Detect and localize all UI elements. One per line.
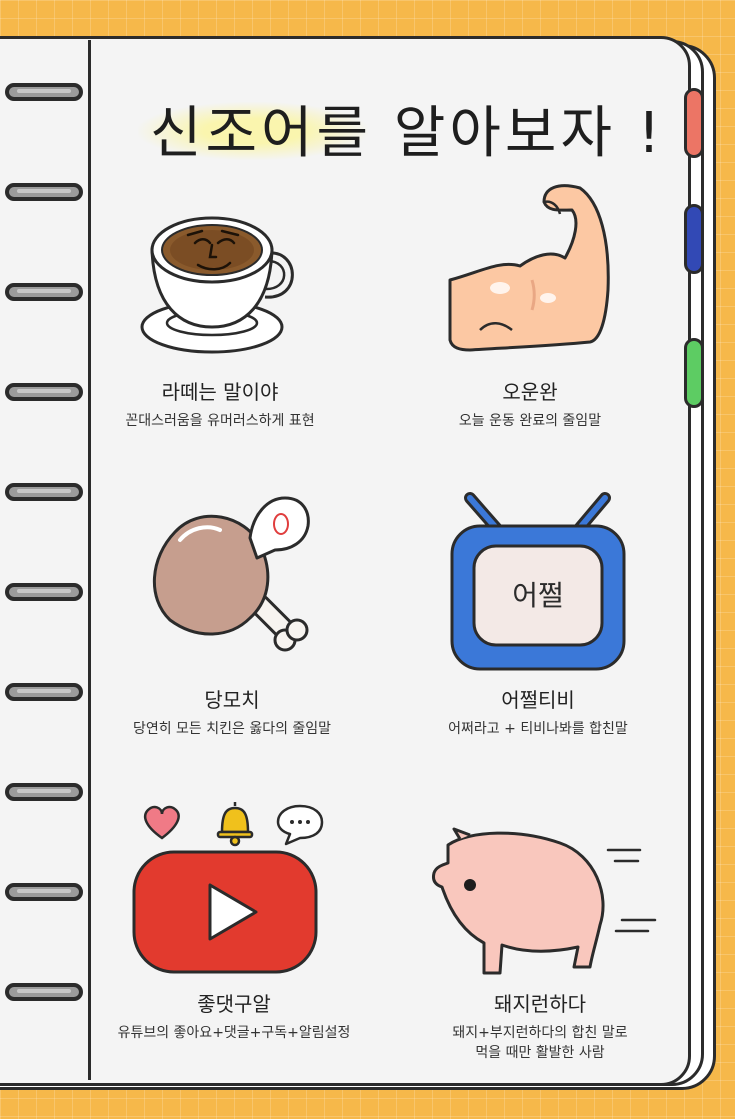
blue-tab[interactable] bbox=[684, 204, 704, 274]
binder-ring bbox=[5, 83, 83, 101]
tv-icon: 어쩔 bbox=[450, 492, 626, 671]
binding-line bbox=[88, 40, 91, 1080]
item-label: 돼지런하다 bbox=[484, 988, 596, 1017]
bell-icon bbox=[216, 802, 254, 847]
binder-ring bbox=[5, 783, 83, 801]
card-dwaejireon: 돼지런하다 돼지+부지런하다의 합친 말로 먹을 때만 활발한 사람 bbox=[390, 988, 690, 1063]
chicken-leg-icon bbox=[152, 496, 310, 652]
item-label: 당모치 bbox=[194, 684, 270, 713]
item-desc: 돼지+부지런하다의 합친 말로 bbox=[452, 1025, 628, 1041]
item-label: 좋댓구알 bbox=[187, 988, 281, 1017]
binder-ring bbox=[5, 183, 83, 201]
item-desc: 꼰대스러움을 유머러스하게 표현 bbox=[125, 413, 315, 429]
item-desc: 오늘 운동 완료의 줄임말 bbox=[458, 413, 602, 429]
red-tab[interactable] bbox=[684, 88, 704, 158]
item-label: 라떼는 말이야 bbox=[151, 376, 289, 405]
item-desc: 유튜브의 좋아요+댓글+구독+알림설정 bbox=[117, 1025, 351, 1041]
binder-ring bbox=[5, 283, 83, 301]
binder-ring bbox=[5, 583, 83, 601]
item-label: 오운완 bbox=[492, 376, 568, 405]
pig-icon bbox=[432, 827, 657, 985]
item-desc: 당연히 모든 치킨은 옳다의 줄임말 bbox=[132, 721, 332, 737]
chat-bubble-icon bbox=[276, 804, 324, 846]
binder-ring bbox=[5, 983, 83, 1001]
page-title: 신조어를 알아보자 ! bbox=[150, 101, 665, 166]
flexed-arm-icon bbox=[448, 184, 610, 352]
item-desc-line2: 먹을 때만 활발한 사람 bbox=[475, 1045, 605, 1061]
binder-ring bbox=[5, 683, 83, 701]
item-label: 어쩔티비 bbox=[491, 684, 585, 713]
card-ohunwan: 오운완 오늘 운동 완료의 줄임말 bbox=[380, 376, 680, 431]
item-desc: 어쩌라고 + 티비나봐를 합친말 bbox=[448, 721, 628, 737]
green-tab[interactable] bbox=[684, 338, 704, 408]
binder-ring bbox=[5, 483, 83, 501]
card-dangmochi: 당모치 당연히 모든 치킨은 옳다의 줄임말 bbox=[82, 684, 382, 739]
card-eojjeol-tv: 어쩔티비 어쩌라고 + 티비나봐를 합친말 bbox=[388, 684, 688, 739]
reaction-icons bbox=[144, 802, 324, 847]
card-jotdaetgual: 좋댓구알 유튜브의 좋아요+댓글+구독+알림설정 bbox=[84, 988, 384, 1043]
youtube-play-icon[interactable] bbox=[132, 850, 318, 974]
tv-screen-text: 어쩔 bbox=[512, 579, 564, 612]
card-latte: 라떼는 말이야 꼰대스러움을 유머러스하게 표현 bbox=[70, 376, 370, 431]
coffee-cup-icon bbox=[140, 216, 294, 354]
binder-ring bbox=[5, 883, 83, 901]
heart-icon bbox=[144, 805, 180, 840]
